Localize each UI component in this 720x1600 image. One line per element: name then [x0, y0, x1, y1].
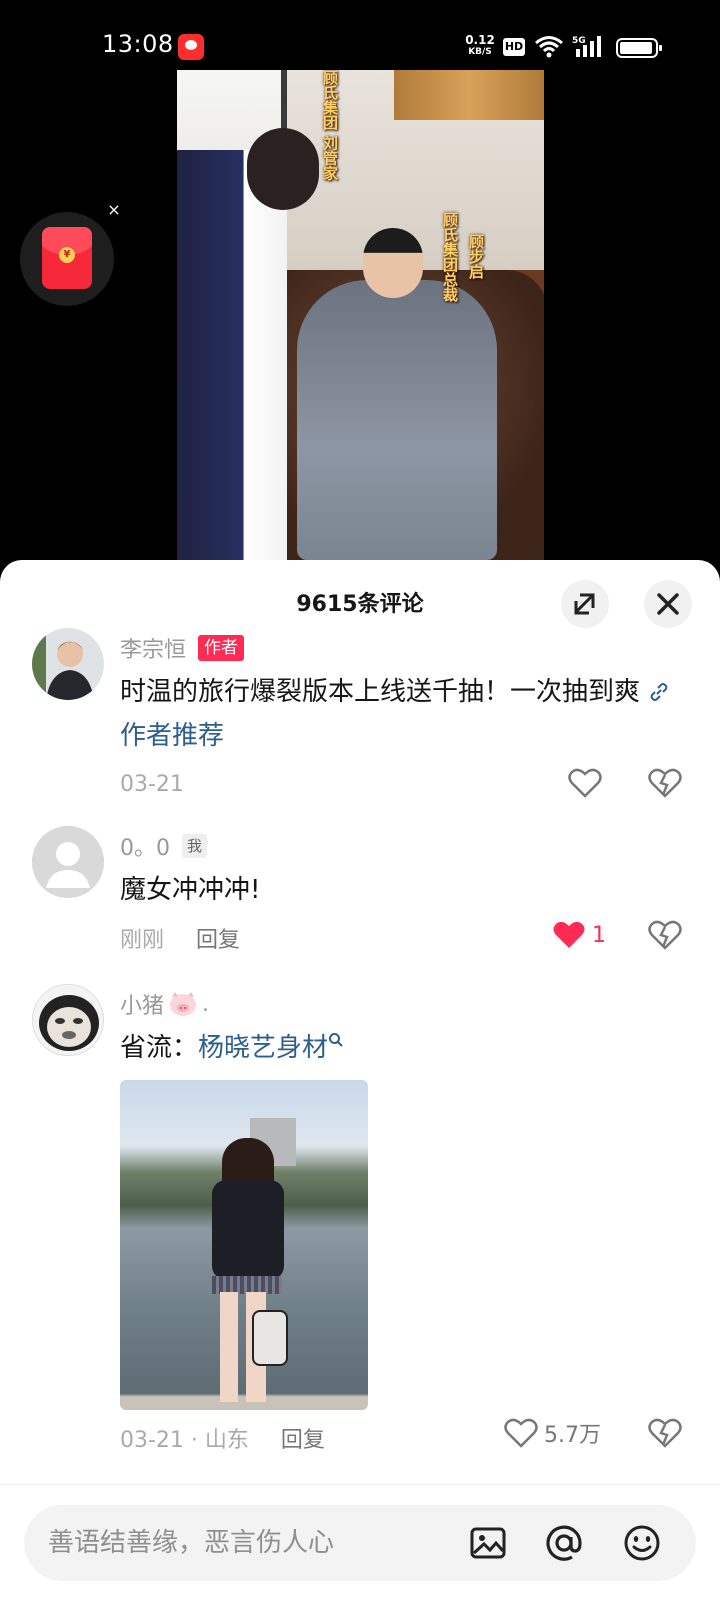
- comment-input-bar: [0, 1484, 720, 1600]
- photo-bag: [252, 1310, 288, 1366]
- comment-date: 03-21: [120, 772, 184, 797]
- comment-sheet: 9615条评论 李宗恒 作者 时温的旅行爆裂版本上线送千抽！一次抽到爽 作者推荐…: [0, 560, 720, 1600]
- page: 13:08 0.12 KB/S HD 5G 顾氏集团 刘管家 顾氏集团总裁 顾步…: [0, 0, 720, 1600]
- red-packet-widget[interactable]: ¥: [20, 212, 114, 306]
- like-button[interactable]: 5.7万: [504, 1416, 601, 1450]
- like-count: 5.7万: [544, 1423, 601, 1448]
- video-scene-butler-head: [247, 128, 319, 210]
- search-suggestion-label: 杨晓艺身材: [198, 1033, 329, 1063]
- comment-header: 李宗恒 作者: [120, 632, 245, 664]
- comment-username[interactable]: 小猪: [120, 988, 164, 1020]
- broken-heart-icon: [648, 1418, 682, 1448]
- comment-item: 李宗恒 作者 时温的旅行爆裂版本上线送千抽！一次抽到爽 作者推荐 03-21: [0, 628, 720, 808]
- comment-date-location: 03-21 · 山东: [120, 1428, 249, 1453]
- video-caption-ceo-name: 顾步启: [467, 234, 485, 279]
- comment-body: 时温的旅行爆裂版本上线送千抽！一次抽到爽: [120, 677, 641, 707]
- app-notification-icon: [178, 34, 204, 60]
- close-button[interactable]: [644, 580, 692, 628]
- red-envelope-coin: ¥: [59, 247, 75, 263]
- video-caption-ceo-title: 顾氏集团总裁: [441, 212, 459, 302]
- at-mention-icon[interactable]: [544, 1523, 584, 1563]
- video-scene-butler: [177, 150, 287, 560]
- heart-filled-icon: [553, 921, 585, 948]
- heart-icon: [504, 1418, 538, 1448]
- pig-face-icon: [170, 992, 197, 1016]
- comment-header: 0。0 我: [120, 830, 208, 862]
- video-scene-ceo-head: [363, 228, 423, 298]
- heart-icon: [568, 768, 602, 798]
- comment-item: 0。0 我 魔女冲冲冲! 刚刚 回复 1: [0, 826, 720, 956]
- avatar-meme-image: [33, 985, 103, 1055]
- me-badge: 我: [182, 834, 208, 858]
- network-speed-value: 0.12: [465, 33, 495, 47]
- battery-icon: [616, 38, 662, 58]
- image-icon[interactable]: [468, 1523, 508, 1563]
- hd-icon: HD: [503, 38, 525, 56]
- comment-item: 小猪 . 省流：杨晓艺身材 03-21 · 山东 回复 5.7万: [0, 984, 720, 1464]
- network-speed: 0.12 KB/S: [464, 34, 496, 58]
- comment-image[interactable]: [120, 1080, 368, 1410]
- status-bar: 13:08 0.12 KB/S HD 5G: [0, 0, 720, 70]
- comment-header: 小猪 .: [120, 988, 209, 1020]
- comment-text[interactable]: 魔女冲冲冲!: [120, 868, 680, 912]
- comment-username[interactable]: 李宗恒: [120, 632, 186, 664]
- comment-text[interactable]: 时温的旅行爆裂版本上线送千抽！一次抽到爽 作者推荐: [120, 670, 680, 758]
- avatar[interactable]: [32, 628, 104, 700]
- video-player[interactable]: 顾氏集团 刘管家 顾氏集团总裁 顾步启: [177, 70, 544, 560]
- dislike-button[interactable]: [648, 766, 682, 800]
- like-button[interactable]: 1: [552, 918, 606, 952]
- search-icon: [329, 1033, 343, 1047]
- video-scene-ceo: [297, 280, 497, 560]
- video-scene-mirror: [394, 70, 544, 120]
- red-envelope-icon: ¥: [42, 227, 92, 289]
- comment-text[interactable]: 省流：杨晓艺身材: [120, 1026, 680, 1070]
- close-icon: [657, 593, 679, 615]
- dislike-button[interactable]: [648, 918, 682, 952]
- broken-heart-icon: [648, 768, 682, 798]
- search-suggestion-link[interactable]: 杨晓艺身材: [198, 1033, 344, 1063]
- emoji-icon[interactable]: [622, 1523, 662, 1563]
- red-packet-close-button[interactable]: ×: [104, 200, 124, 220]
- author-badge: 作者: [198, 635, 245, 661]
- author-recommend-label: 作者推荐: [120, 721, 225, 751]
- comment-body-prefix: 省流：: [120, 1033, 199, 1063]
- photo-person-coat: [212, 1180, 284, 1280]
- comment-input[interactable]: [48, 1523, 448, 1563]
- expand-icon: [574, 593, 595, 615]
- comment-input-container: [24, 1505, 696, 1581]
- broken-heart-icon: [648, 920, 682, 950]
- status-time: 13:08: [102, 30, 174, 58]
- reply-button[interactable]: 回复: [196, 922, 240, 954]
- network-speed-unit: KB/S: [468, 47, 492, 57]
- expand-button[interactable]: [561, 580, 609, 628]
- comment-meta: 03-21 · 山东 回复: [120, 1422, 325, 1454]
- reply-button[interactable]: 回复: [281, 1422, 325, 1454]
- comment-meta: 刚刚 回复: [120, 922, 240, 954]
- avatar[interactable]: [32, 984, 104, 1056]
- video-caption-butler: 顾氏集团 刘管家: [321, 70, 339, 181]
- default-avatar-icon: [32, 826, 104, 898]
- network-type: 5G: [572, 36, 586, 46]
- dislike-button[interactable]: [648, 1416, 682, 1450]
- avatar-author-image: [32, 628, 104, 700]
- comment-username[interactable]: 0。0: [120, 830, 170, 862]
- comment-date: 刚刚: [120, 928, 165, 953]
- wifi-icon: [535, 36, 563, 58]
- comment-count-title: 9615条评论: [296, 592, 424, 617]
- like-button[interactable]: [568, 766, 602, 800]
- like-count: 1: [592, 922, 606, 948]
- comment-meta: 03-21: [120, 772, 184, 797]
- comment-username-suffix: .: [202, 991, 210, 1017]
- link-icon: [650, 683, 668, 701]
- signal-icon: 5G: [572, 36, 601, 57]
- avatar[interactable]: [32, 826, 104, 898]
